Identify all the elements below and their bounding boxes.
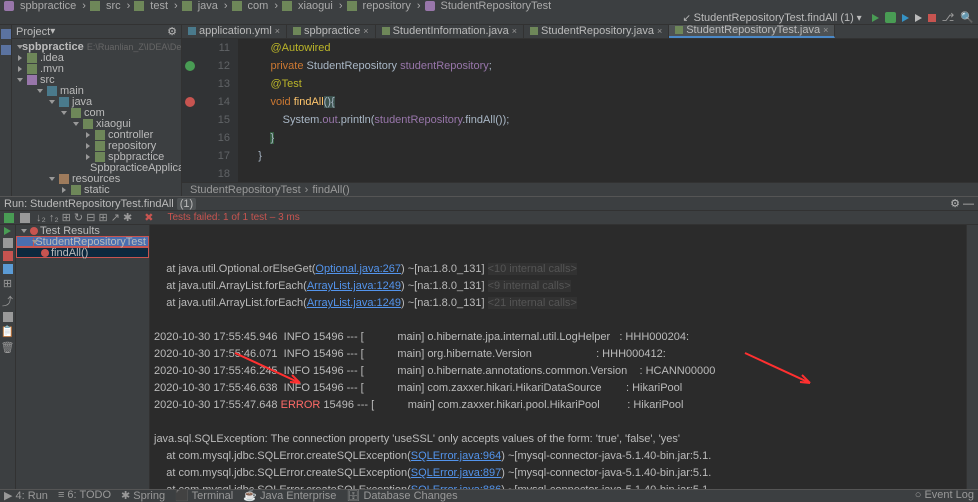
- bottom-tab[interactable]: ○ Event Log: [915, 489, 974, 501]
- tree-item[interactable]: xiaogui: [12, 118, 181, 129]
- test-tree-item[interactable]: findAll(): [16, 247, 149, 258]
- coverage-icon[interactable]: [902, 14, 909, 22]
- debug-icon[interactable]: [885, 12, 896, 23]
- editor-tabs[interactable]: application.yml×spbpractice×StudentInfor…: [182, 25, 978, 39]
- ok-icon[interactable]: [4, 213, 14, 223]
- run-icon[interactable]: [872, 14, 879, 22]
- title-breadcrumb: spbpractice› src› test› java› com› xiaog…: [0, 0, 978, 11]
- bc-item[interactable]: xiaogui: [296, 0, 335, 12]
- test-tree-item[interactable]: StudentRepositoryTest: [16, 236, 149, 247]
- left-gutter-bar: [0, 25, 12, 196]
- pin-icon[interactable]: [3, 264, 13, 274]
- folder-icon: [182, 1, 192, 11]
- code-text[interactable]: @Autowired private StudentRepository stu…: [238, 39, 978, 182]
- editor-tab[interactable]: application.yml×: [182, 25, 287, 38]
- run-panel: Run: StudentRepositoryTest.findAll (1) ⚙…: [0, 196, 978, 496]
- run-left-bar: ⊞ ⤴ 📋 🗑: [0, 225, 16, 496]
- git-icon[interactable]: ⎇: [942, 11, 955, 24]
- run-label: Run:: [4, 198, 27, 210]
- project-tool-icon[interactable]: [1, 29, 11, 39]
- stop-icon[interactable]: [928, 14, 936, 22]
- tree-item[interactable]: spbpractice: [12, 151, 181, 162]
- rerun-icon[interactable]: [4, 227, 11, 235]
- gutter-icons[interactable]: [182, 39, 198, 182]
- stop-icon[interactable]: [3, 251, 13, 261]
- console-output[interactable]: at java.util.Optional.orElseGet(Optional…: [150, 225, 966, 496]
- gear-icon[interactable]: ⚙ —: [950, 197, 974, 210]
- run-panel-header[interactable]: Run: StudentRepositoryTest.findAll (1) ⚙…: [0, 197, 978, 211]
- filter-icon[interactable]: [3, 312, 13, 322]
- toggle-icon[interactable]: [3, 238, 13, 248]
- project-icon: [4, 1, 14, 11]
- tree-item[interactable]: com: [12, 107, 181, 118]
- run-toolbar[interactable]: ↓₂ ↑₂ ⊞ ↻ ⊟ ⊞ ↗ ✱ ✖ Tests failed: 1 of 1…: [0, 211, 978, 225]
- editor-breadcrumb[interactable]: StudentRepositoryTest› findAll(): [182, 182, 978, 196]
- tree-item[interactable]: SpbpracticeApplication: [12, 162, 181, 173]
- sort-icon[interactable]: [20, 213, 30, 223]
- test-fail-label: Tests failed: 1 of 1 test – 3 ms: [167, 212, 299, 223]
- class-icon: [425, 1, 435, 11]
- editor: application.yml×spbpractice×StudentInfor…: [182, 25, 978, 196]
- run-title: StudentRepositoryTest.findAll: [30, 198, 174, 210]
- bc-item[interactable]: StudentRepositoryTest: [439, 0, 554, 12]
- test-tree[interactable]: Test ResultsStudentRepositoryTestfindAll…: [16, 225, 150, 496]
- profile-icon[interactable]: [915, 14, 922, 22]
- bottom-bar[interactable]: ▶ 4: Run≡ 6: TODO✱ Spring⬛ Terminal☕ Jav…: [0, 489, 978, 500]
- bc-class[interactable]: StudentRepositoryTest: [190, 184, 301, 196]
- tree-item[interactable]: .idea: [12, 52, 181, 63]
- tree-item[interactable]: static: [12, 184, 181, 195]
- breadcrumb[interactable]: spbpractice› src› test› java› com› xiaog…: [4, 0, 553, 12]
- bc-item[interactable]: repository: [361, 0, 413, 12]
- tree-item[interactable]: resources: [12, 173, 181, 184]
- editor-tab[interactable]: spbpractice×: [287, 25, 376, 38]
- code-area[interactable]: 1112131415161718 @Autowired private Stud…: [182, 39, 978, 182]
- tree-item[interactable]: repository: [12, 140, 181, 151]
- project-header[interactable]: Project ▾ ⚙: [12, 25, 181, 39]
- tree-item[interactable]: controller: [12, 129, 181, 140]
- bc-item[interactable]: test: [148, 0, 170, 12]
- bc-item[interactable]: spbpractice: [18, 0, 78, 12]
- run-config-select[interactable]: ↙ StudentRepositoryTest.findAll (1) ▾: [678, 12, 865, 24]
- bc-item[interactable]: com: [246, 0, 271, 12]
- gear-icon[interactable]: ⚙: [167, 25, 177, 38]
- tree-item[interactable]: java: [12, 96, 181, 107]
- editor-tab[interactable]: StudentRepositoryTest.java×: [669, 25, 835, 38]
- bc-item[interactable]: java: [196, 0, 220, 12]
- folder-icon: [232, 1, 242, 11]
- console-scrollbar[interactable]: [966, 225, 978, 496]
- folder-icon: [134, 1, 144, 11]
- search-icon[interactable]: 🔍: [960, 11, 974, 24]
- tree-item[interactable]: src: [12, 74, 181, 85]
- run-count: (1): [177, 198, 196, 210]
- folder-icon: [90, 1, 100, 11]
- folder-icon: [282, 1, 292, 11]
- bc-item[interactable]: src: [104, 0, 123, 12]
- folder-icon: [347, 1, 357, 11]
- line-numbers: 1112131415161718: [198, 39, 238, 182]
- project-header-label: Project: [16, 26, 50, 38]
- top-toolbar: ↙ StudentRepositoryTest.findAll (1) ▾ ⎇ …: [0, 11, 978, 25]
- editor-tab[interactable]: StudentInformation.java×: [376, 25, 524, 38]
- tree-item[interactable]: .mvn: [12, 63, 181, 74]
- tree-root[interactable]: spbpractice E:\Ruanlian_Z\IDEA\DeMa\Spri…: [12, 41, 181, 52]
- project-sidebar: Project ▾ ⚙ spbpractice E:\Ruanlian_Z\ID…: [12, 25, 182, 196]
- project-tree[interactable]: spbpractice E:\Ruanlian_Z\IDEA\DeMa\Spri…: [12, 39, 181, 196]
- bc-method[interactable]: findAll(): [312, 184, 349, 196]
- tree-item[interactable]: main: [12, 85, 181, 96]
- structure-tool-icon[interactable]: [1, 45, 11, 55]
- editor-tab[interactable]: StudentRepository.java×: [524, 25, 669, 38]
- root-path: E:\Ruanlian_Z\IDEA\DeMa\SpringB: [87, 42, 181, 52]
- test-tree-item[interactable]: Test Results: [16, 225, 149, 236]
